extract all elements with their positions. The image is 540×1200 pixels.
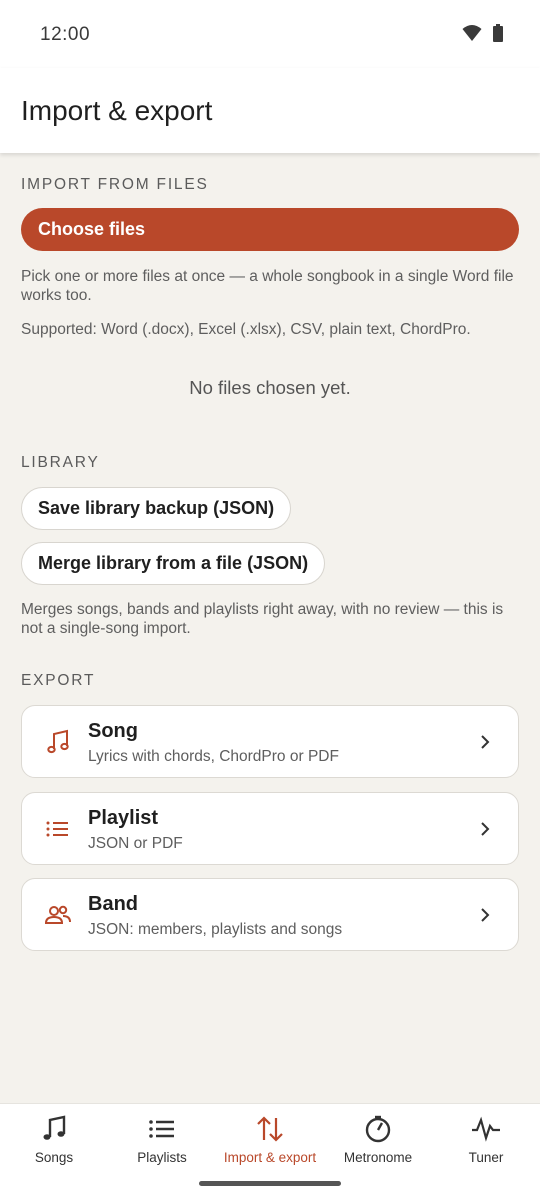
list-icon (149, 1120, 174, 1138)
export-section-label: EXPORT (21, 672, 96, 689)
battery-icon (493, 24, 503, 42)
nav-songs-label: Songs (34, 1150, 74, 1165)
wifi-icon (462, 25, 482, 41)
home-indicator (199, 1181, 341, 1186)
music-note-icon (47, 729, 69, 754)
save-library-backup-button[interactable]: Save library backup (JSON) (21, 487, 292, 530)
chevron-right-icon (481, 908, 490, 922)
export-band-title: Band (88, 893, 138, 915)
chevron-right-icon (481, 735, 490, 749)
export-band-subtitle: JSON: members, playlists and songs (88, 921, 343, 938)
merge-library-button[interactable]: Merge library from a file (JSON) (21, 542, 326, 585)
export-playlist-title: Playlist (88, 807, 159, 829)
export-song-title: Song (88, 720, 138, 742)
nav-metronome-label: Metronome (343, 1150, 413, 1165)
nav-tuner[interactable]: Tuner (432, 1104, 540, 1184)
export-playlist-subtitle: JSON or PDF (88, 835, 183, 852)
export-song-subtitle: Lyrics with chords, ChordPro or PDF (88, 748, 339, 765)
choose-files-button[interactable]: Choose files (21, 208, 519, 251)
export-song-card[interactable]: Song Lyrics with chords, ChordPro or PDF (21, 705, 519, 778)
nav-playlists[interactable]: Playlists (108, 1104, 216, 1184)
supported-formats-text: Supported: Word (.docx), Excel (.xlsx), … (21, 321, 471, 338)
library-section-label: LIBRARY (21, 454, 100, 471)
import-section-label: IMPORT FROM FILES (21, 176, 209, 193)
export-band-card[interactable]: Band JSON: members, playlists and songs (21, 878, 519, 951)
status-time: 12:00 (40, 24, 91, 45)
metronome-icon (365, 1115, 391, 1143)
no-files-message: No files chosen yet. (189, 377, 351, 398)
import-export-icon (257, 1116, 283, 1142)
page-title: Import & export (21, 95, 213, 126)
status-bar: 12:00 (0, 0, 540, 68)
nav-import-export-label: Import & export (223, 1150, 317, 1165)
import-help-text: Pick one or more files at once — a whole… (21, 268, 514, 304)
nav-import-export[interactable]: Import & export (216, 1104, 324, 1184)
people-icon (44, 905, 71, 924)
app-bar: Import & export (0, 68, 540, 153)
list-icon (46, 821, 68, 837)
nav-metronome[interactable]: Metronome (324, 1104, 432, 1184)
nav-songs[interactable]: Songs (0, 1104, 108, 1184)
chevron-right-icon (481, 822, 490, 836)
export-playlist-card[interactable]: Playlist JSON or PDF (21, 792, 519, 865)
status-icons (462, 24, 504, 42)
nav-tuner-label: Tuner (468, 1150, 504, 1165)
nav-playlists-label: Playlists (137, 1150, 187, 1165)
music-note-icon (43, 1115, 66, 1140)
tuner-wave-icon (472, 1116, 500, 1142)
merge-note-text: Merges songs, bands and playlists right … (21, 601, 504, 637)
